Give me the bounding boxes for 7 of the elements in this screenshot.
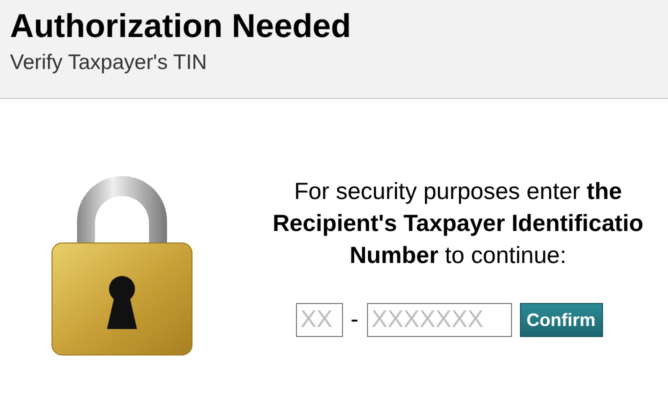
tin-number-field[interactable]: XXXXXXX — [366, 303, 512, 337]
page-subtitle: Verify Taxpayer's TIN — [10, 50, 208, 76]
separator-text: - — [350, 305, 358, 335]
tin-prefix-field[interactable]: XX — [296, 303, 342, 337]
instruction-text: For security purposes enter the Recipient's Taxpayer Identificatio Number to continue: — [272, 177, 644, 270]
page-title: Authorization Needed — [10, 8, 352, 44]
confirm-button[interactable]: Confirm — [520, 303, 602, 337]
